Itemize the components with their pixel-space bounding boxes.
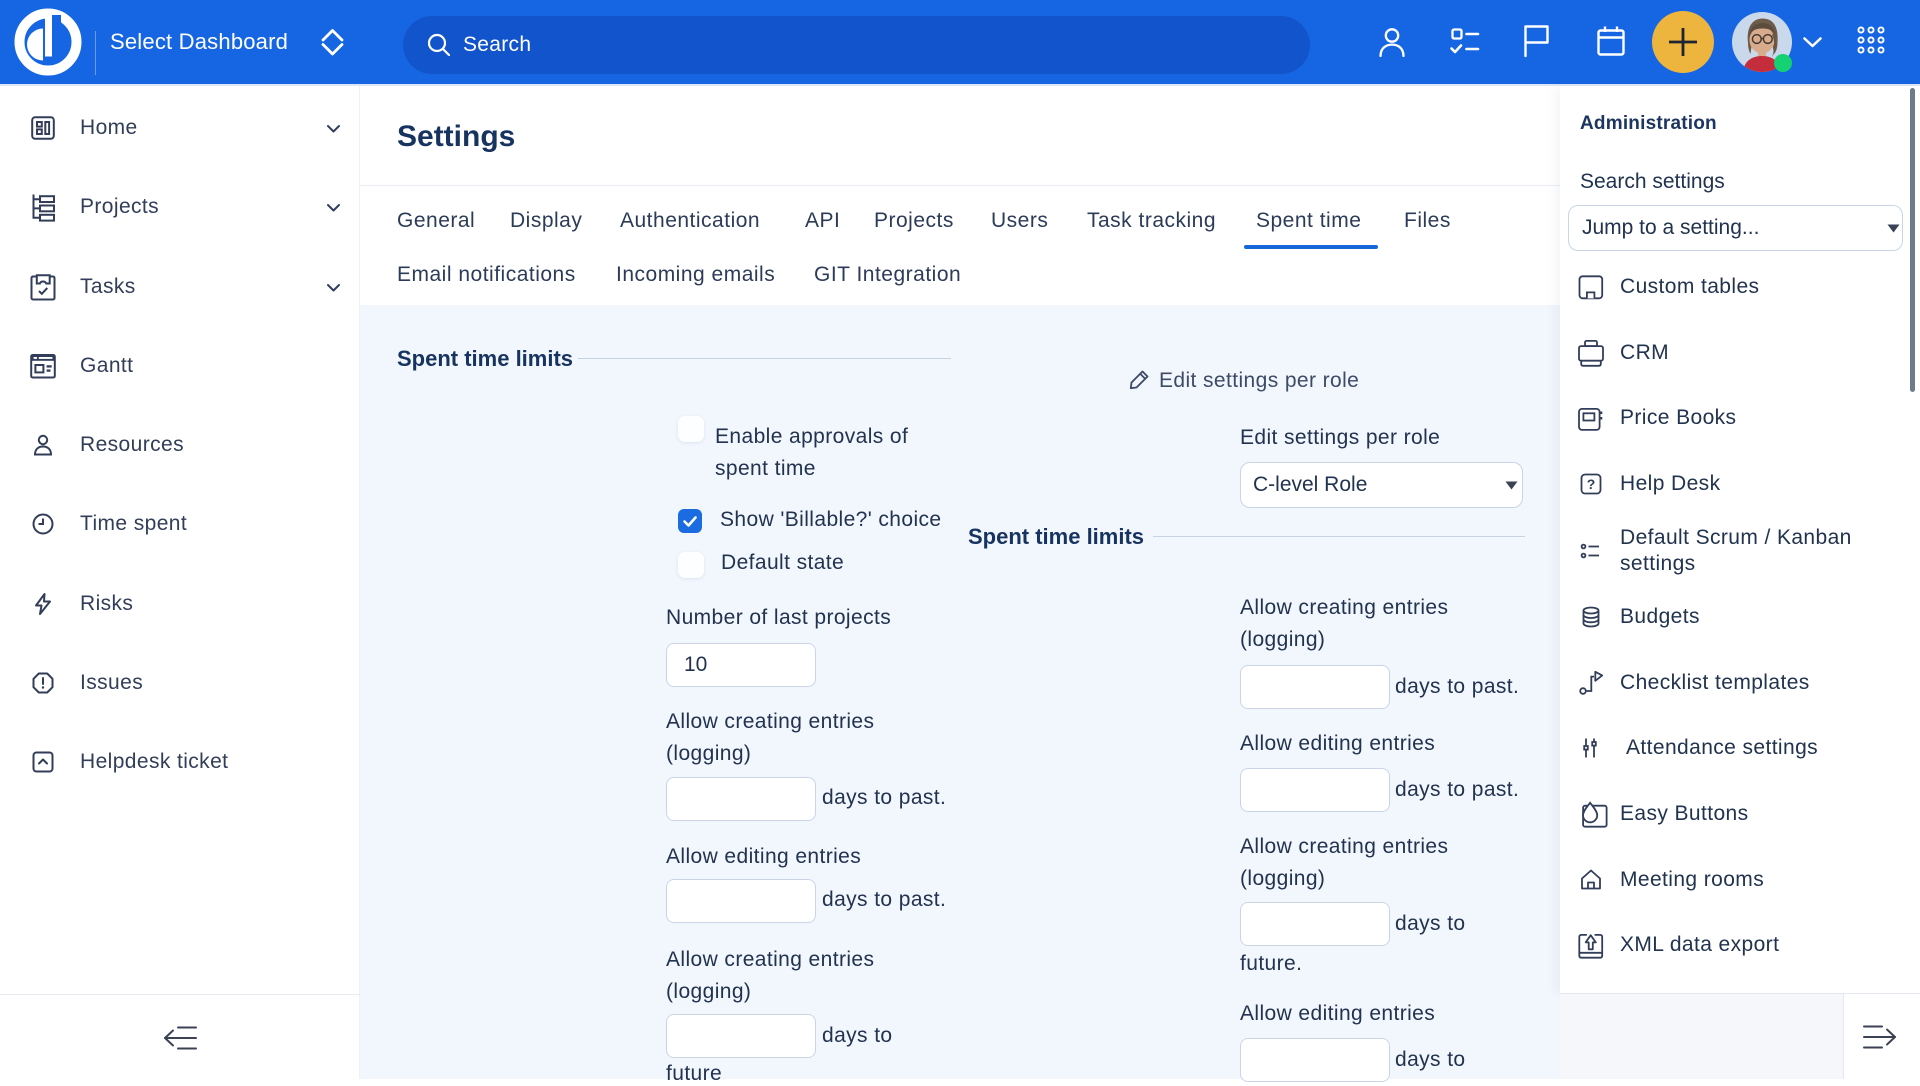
svg-text:?: ?	[1587, 476, 1596, 492]
